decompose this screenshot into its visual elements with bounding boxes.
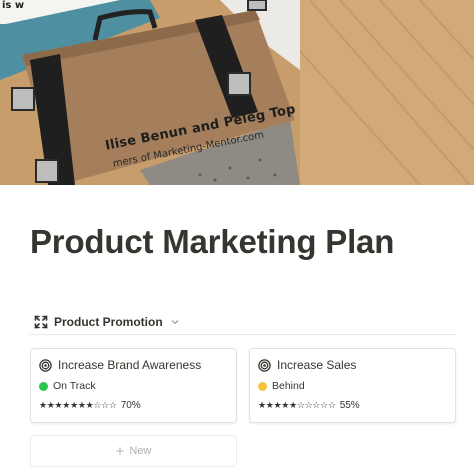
card-title-row: Increase Sales — [258, 358, 356, 372]
progress-percent: 55% — [339, 400, 360, 411]
status-dot — [39, 381, 48, 391]
card-title-row: Increase Brand Awareness — [39, 358, 201, 372]
card-progress-row: ★★★★★☆☆☆☆☆ 55% — [258, 400, 360, 411]
card-status-row: On Track — [39, 380, 96, 392]
new-card-label: New — [129, 445, 152, 457]
card-title: Increase Sales — [277, 358, 357, 372]
card-progress-row: ★★★★★★★☆☆☆ 70% — [39, 400, 141, 411]
expand-arrows-icon — [34, 315, 48, 329]
status-text: Behind — [272, 380, 305, 392]
target-icon — [39, 358, 52, 372]
view-header: Product Promotion — [30, 309, 456, 335]
target-icon — [258, 358, 271, 372]
goal-card[interactable]: Increase Sales Behind ★★★★★☆☆☆☆☆ 55% — [249, 348, 456, 423]
status-dot — [258, 381, 267, 391]
view-selector[interactable]: Product Promotion — [30, 311, 184, 333]
view-label: Product Promotion — [54, 314, 163, 329]
new-card-button[interactable]: + New — [30, 435, 237, 467]
page-title: Product Marketing Plan — [30, 223, 395, 260]
progress-percent: 70% — [120, 400, 141, 411]
plus-icon: + — [115, 442, 125, 460]
card-status-row: Behind — [258, 380, 305, 392]
progress-stars: ★★★★★☆☆☆☆☆ — [258, 400, 336, 411]
cover-illustration — [0, 0, 474, 185]
goal-card[interactable]: Increase Brand Awareness On Track ★★★★★★… — [30, 348, 237, 423]
progress-stars: ★★★★★★★☆☆☆ — [39, 400, 117, 411]
cover-image: is w Ilise Benun and Peleg Top mers of M… — [0, 0, 474, 185]
card-title: Increase Brand Awareness — [58, 358, 202, 372]
status-text: On Track — [53, 380, 96, 392]
chevron-down-icon — [170, 317, 180, 327]
